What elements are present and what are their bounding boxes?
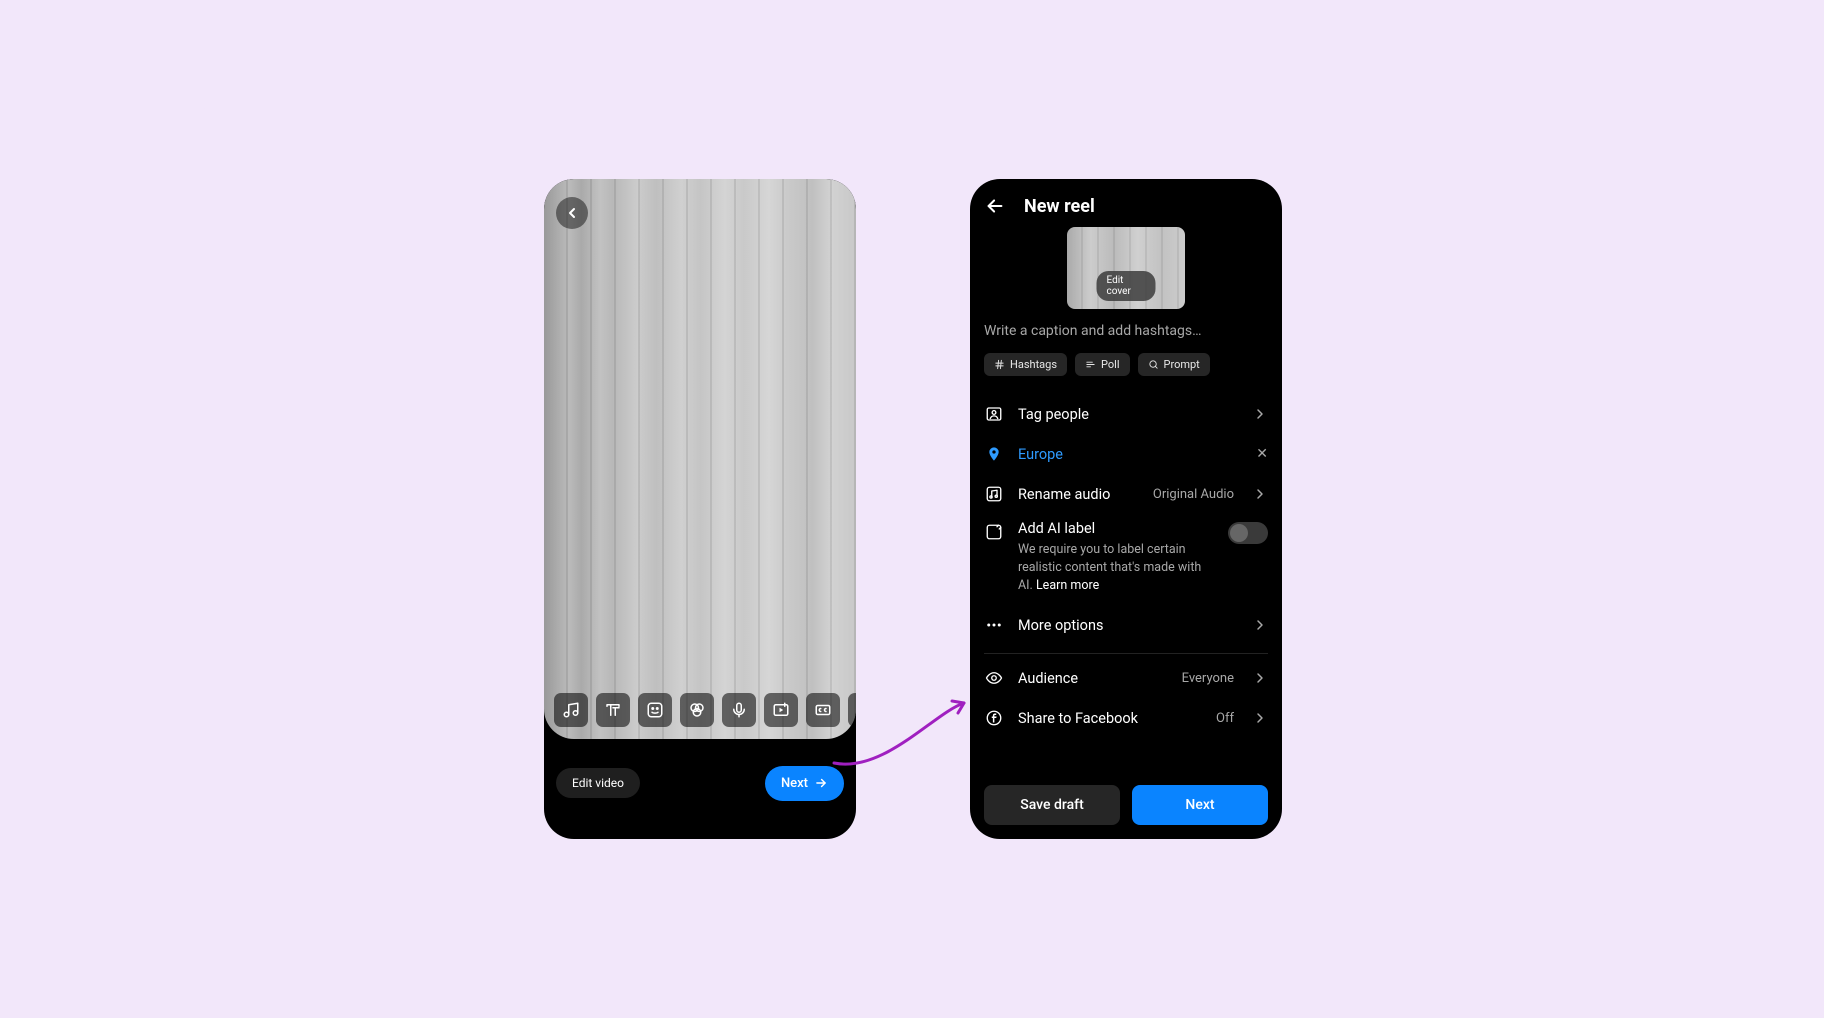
music-icon — [562, 701, 580, 719]
captions-button[interactable] — [806, 693, 840, 727]
text-icon — [604, 701, 622, 719]
voiceover-button[interactable] — [722, 693, 756, 727]
video-preview — [544, 179, 856, 739]
row-label: Audience — [1018, 670, 1168, 687]
save-draft-button[interactable]: Save draft — [984, 785, 1120, 825]
eye-icon — [985, 669, 1003, 687]
location-row[interactable]: Europe ✕ — [984, 434, 1268, 474]
share-fb-value: Off — [1216, 711, 1234, 726]
chevron-right-icon — [1252, 486, 1268, 502]
chip-row: Hashtags Poll Prompt — [970, 353, 1282, 394]
chevron-right-icon — [1252, 670, 1268, 686]
arrow-right-icon — [814, 776, 828, 790]
sticker-button[interactable] — [638, 693, 672, 727]
page-title: New reel — [1024, 196, 1095, 217]
edit-cover-button[interactable]: Edit cover — [1097, 271, 1156, 301]
text-button[interactable] — [596, 693, 630, 727]
audience-row[interactable]: Audience Everyone — [984, 658, 1268, 698]
chevron-left-icon — [564, 205, 580, 221]
editor-toolbar — [554, 693, 856, 727]
ai-label-desc: We require you to label certain realisti… — [1018, 541, 1214, 595]
cc-icon — [814, 701, 832, 719]
next-label: Next — [781, 776, 808, 791]
back-button[interactable] — [556, 197, 588, 229]
audio-icon — [985, 485, 1003, 503]
arrow-left-icon — [984, 195, 1006, 217]
options-list: Tag people Europe ✕ Rename audio Origina… — [970, 394, 1282, 738]
chip-label: Poll — [1101, 358, 1120, 371]
row-label: Tag people — [1018, 406, 1238, 423]
learn-more-link[interactable]: Learn more — [1036, 578, 1099, 593]
music-button[interactable] — [554, 693, 588, 727]
separator — [984, 653, 1268, 654]
effects-icon — [688, 701, 706, 719]
overflow-tool-button[interactable] — [848, 693, 856, 727]
chevron-right-icon — [1252, 617, 1268, 633]
microphone-icon — [730, 701, 748, 719]
facebook-icon — [985, 709, 1003, 727]
more-options-row[interactable]: More options — [984, 605, 1268, 645]
tag-people-row[interactable]: Tag people — [984, 394, 1268, 434]
chip-label: Hashtags — [1010, 358, 1057, 371]
clip-button[interactable] — [764, 693, 798, 727]
editor-bottom-bar: Edit video Next — [544, 739, 856, 839]
header: New reel — [970, 179, 1282, 227]
clear-location-button[interactable]: ✕ — [1256, 446, 1268, 462]
editor-next-button[interactable]: Next — [765, 766, 844, 801]
hash-icon — [994, 359, 1005, 370]
ai-sparkle-icon — [985, 523, 1003, 541]
hashtags-chip[interactable]: Hashtags — [984, 353, 1067, 376]
row-label: More options — [1018, 617, 1238, 634]
canvas: Edit video Next New reel Edit cover Writ… — [184, 103, 1640, 915]
more-icon — [985, 616, 1003, 634]
phone-new-reel: New reel Edit cover Write a caption and … — [970, 179, 1282, 839]
phone-editor: Edit video Next — [544, 179, 856, 839]
row-label: Rename audio — [1018, 486, 1139, 503]
location-value: Europe — [1018, 446, 1242, 463]
audio-value: Original Audio — [1153, 487, 1234, 502]
rename-audio-row[interactable]: Rename audio Original Audio — [984, 474, 1268, 514]
share-facebook-row[interactable]: Share to Facebook Off — [984, 698, 1268, 738]
cover-preview[interactable]: Edit cover — [1067, 227, 1185, 309]
poll-chip[interactable]: Poll — [1075, 353, 1130, 376]
back-button[interactable] — [984, 195, 1006, 217]
effects-button[interactable] — [680, 693, 714, 727]
audience-value: Everyone — [1182, 671, 1234, 686]
caption-input[interactable]: Write a caption and add hashtags… — [970, 323, 1282, 353]
poll-icon — [1085, 359, 1096, 370]
cover-wrap: Edit cover — [970, 227, 1282, 323]
chevron-right-icon — [1252, 710, 1268, 726]
location-icon — [986, 446, 1002, 462]
footer: Save draft Next — [970, 771, 1282, 839]
row-label: Share to Facebook — [1018, 710, 1202, 727]
chevron-right-icon — [1252, 406, 1268, 422]
ai-label-title: Add AI label — [1018, 520, 1214, 537]
chip-label: Prompt — [1164, 358, 1200, 371]
next-button[interactable]: Next — [1132, 785, 1268, 825]
prompt-icon — [1148, 359, 1159, 370]
prompt-chip[interactable]: Prompt — [1138, 353, 1210, 376]
ai-label-toggle[interactable] — [1228, 522, 1268, 544]
sticker-icon — [646, 701, 664, 719]
ai-label-row: Add AI label We require you to label cer… — [984, 514, 1268, 605]
edit-video-button[interactable]: Edit video — [556, 768, 640, 798]
person-tag-icon — [985, 405, 1003, 423]
clip-add-icon — [772, 701, 790, 719]
